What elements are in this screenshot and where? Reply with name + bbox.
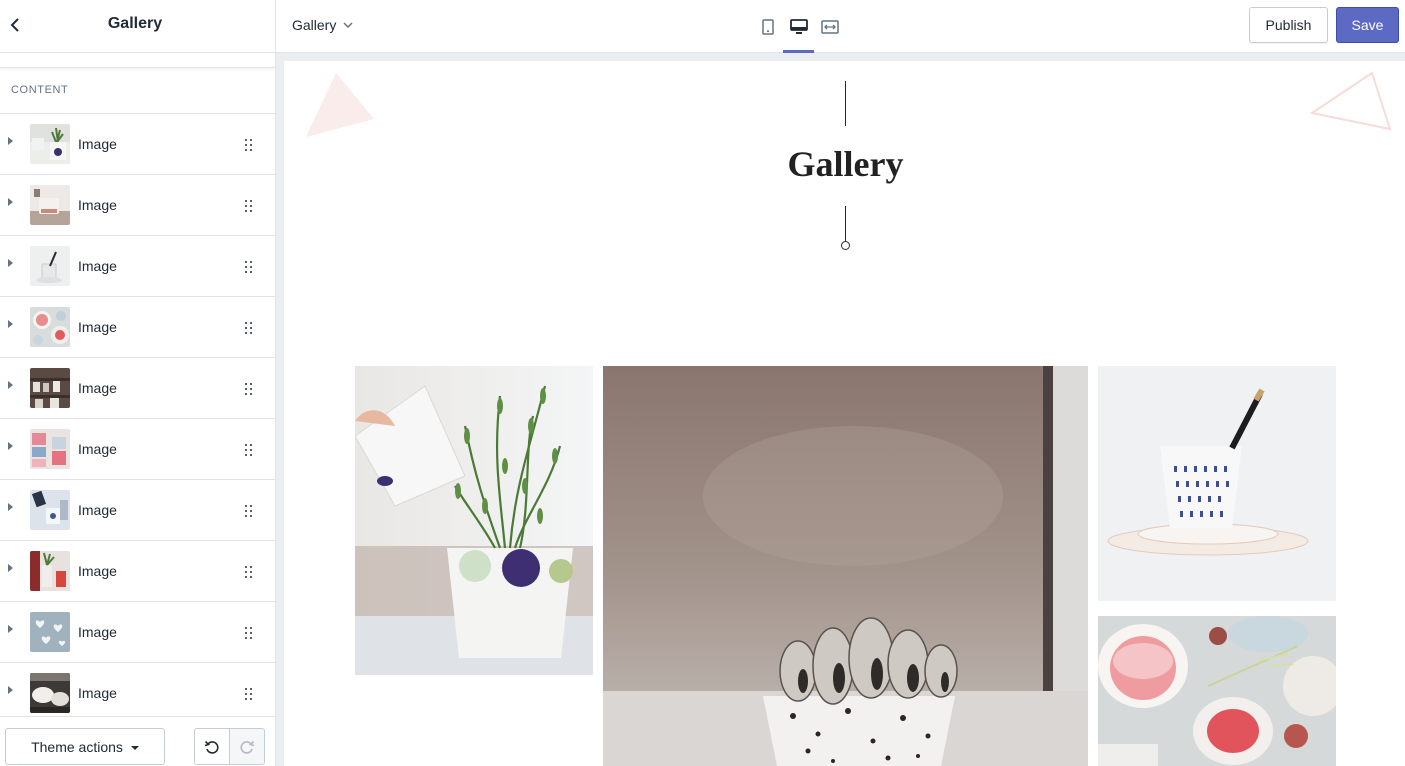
gallery-image[interactable] xyxy=(1098,616,1336,766)
block-item[interactable]: Image xyxy=(0,358,275,419)
theme-actions-button[interactable]: Theme actions xyxy=(5,728,165,765)
block-list: Image Image Image Image Image Image Imag… xyxy=(0,114,275,724)
expand-caret-icon[interactable] xyxy=(8,625,13,633)
sidebar-title: Gallery xyxy=(107,15,163,32)
gallery-image[interactable] xyxy=(603,366,1088,766)
block-label: Image xyxy=(78,258,117,274)
image-thumbnail xyxy=(30,429,70,469)
mobile-view-button[interactable] xyxy=(752,0,783,53)
undo-icon xyxy=(204,740,219,754)
gallery-image[interactable] xyxy=(1098,366,1336,601)
gallery-heading: Gallery xyxy=(787,144,904,184)
heading-dot xyxy=(841,241,850,250)
block-item[interactable]: Image xyxy=(0,480,275,541)
redo-icon xyxy=(240,740,254,754)
expand-caret-icon[interactable] xyxy=(8,259,13,267)
publish-button[interactable]: Publish xyxy=(1249,7,1328,43)
block-item[interactable]: Image xyxy=(0,419,275,480)
image-thumbnail xyxy=(30,490,70,530)
block-label: Image xyxy=(78,441,117,457)
heading-line-top xyxy=(845,81,846,126)
image-thumbnail xyxy=(30,551,70,591)
fullscreen-view-button[interactable] xyxy=(814,0,845,53)
expand-caret-icon[interactable] xyxy=(8,137,13,145)
block-item[interactable]: Image xyxy=(0,297,275,358)
image-thumbnail xyxy=(30,673,70,713)
image-thumbnail xyxy=(30,368,70,408)
expand-caret-icon[interactable] xyxy=(8,564,13,572)
sidebar: CONTENT Image Image Image Image Image Im… xyxy=(0,53,275,766)
sidebar-footer: Theme actions xyxy=(0,716,275,766)
undo-button[interactable] xyxy=(195,729,230,764)
block-item[interactable]: Image xyxy=(0,114,275,175)
desktop-icon xyxy=(789,18,808,34)
expand-caret-icon[interactable] xyxy=(8,503,13,511)
expand-caret-icon[interactable] xyxy=(8,442,13,450)
sidebar-divider xyxy=(275,0,276,766)
expand-width-icon xyxy=(820,19,839,34)
block-label: Image xyxy=(78,380,117,396)
expand-caret-icon[interactable] xyxy=(8,686,13,694)
block-label: Image xyxy=(78,136,117,152)
image-thumbnail xyxy=(30,124,70,164)
page-selector[interactable]: Gallery xyxy=(292,14,353,36)
history-buttons xyxy=(194,728,265,765)
decorative-triangle xyxy=(1309,71,1392,131)
content-section-heading: CONTENT xyxy=(0,68,275,114)
sidebar-scroll-shadow xyxy=(0,53,275,68)
block-label: Image xyxy=(78,197,117,213)
device-switcher xyxy=(752,0,845,53)
block-item[interactable]: Image xyxy=(0,663,275,724)
save-button[interactable]: Save xyxy=(1336,7,1399,43)
block-label: Image xyxy=(78,502,117,518)
expand-caret-icon[interactable] xyxy=(8,381,13,389)
block-label: Image xyxy=(78,624,117,640)
drag-handle-icon[interactable] xyxy=(245,444,253,456)
drag-handle-icon[interactable] xyxy=(245,261,253,273)
page-selector-label: Gallery xyxy=(292,17,337,33)
preview-frame: Gallery xyxy=(276,53,1405,766)
mobile-icon xyxy=(761,18,774,35)
image-thumbnail xyxy=(30,185,70,225)
drag-handle-icon[interactable] xyxy=(245,200,253,212)
block-item[interactable]: Image xyxy=(0,541,275,602)
gallery-image[interactable] xyxy=(355,366,593,675)
drag-handle-icon[interactable] xyxy=(245,322,253,334)
image-thumbnail xyxy=(30,246,70,286)
caret-down-icon xyxy=(130,745,139,750)
heading-line-bottom xyxy=(845,206,846,242)
redo-button[interactable] xyxy=(229,729,264,764)
expand-caret-icon[interactable] xyxy=(8,198,13,206)
drag-handle-icon[interactable] xyxy=(245,566,253,578)
block-item[interactable]: Image xyxy=(0,175,275,236)
drag-handle-icon[interactable] xyxy=(245,139,253,151)
image-thumbnail xyxy=(30,612,70,652)
top-bar: Gallery Gallery Publish Save xyxy=(0,0,1405,53)
drag-handle-icon[interactable] xyxy=(245,627,253,639)
chevron-down-icon xyxy=(343,21,353,28)
drag-handle-icon[interactable] xyxy=(245,505,253,517)
drag-handle-icon[interactable] xyxy=(245,383,253,395)
theme-actions-label: Theme actions xyxy=(31,738,123,755)
block-label: Image xyxy=(78,685,117,701)
drag-handle-icon[interactable] xyxy=(245,688,253,700)
decorative-triangle xyxy=(306,73,374,137)
block-label: Image xyxy=(78,563,117,579)
expand-caret-icon[interactable] xyxy=(8,320,13,328)
desktop-view-button[interactable] xyxy=(783,0,814,53)
block-item[interactable]: Image xyxy=(0,602,275,663)
block-label: Image xyxy=(78,319,117,335)
image-thumbnail xyxy=(30,307,70,347)
storefront-preview: Gallery xyxy=(284,61,1405,766)
block-item[interactable]: Image xyxy=(0,236,275,297)
